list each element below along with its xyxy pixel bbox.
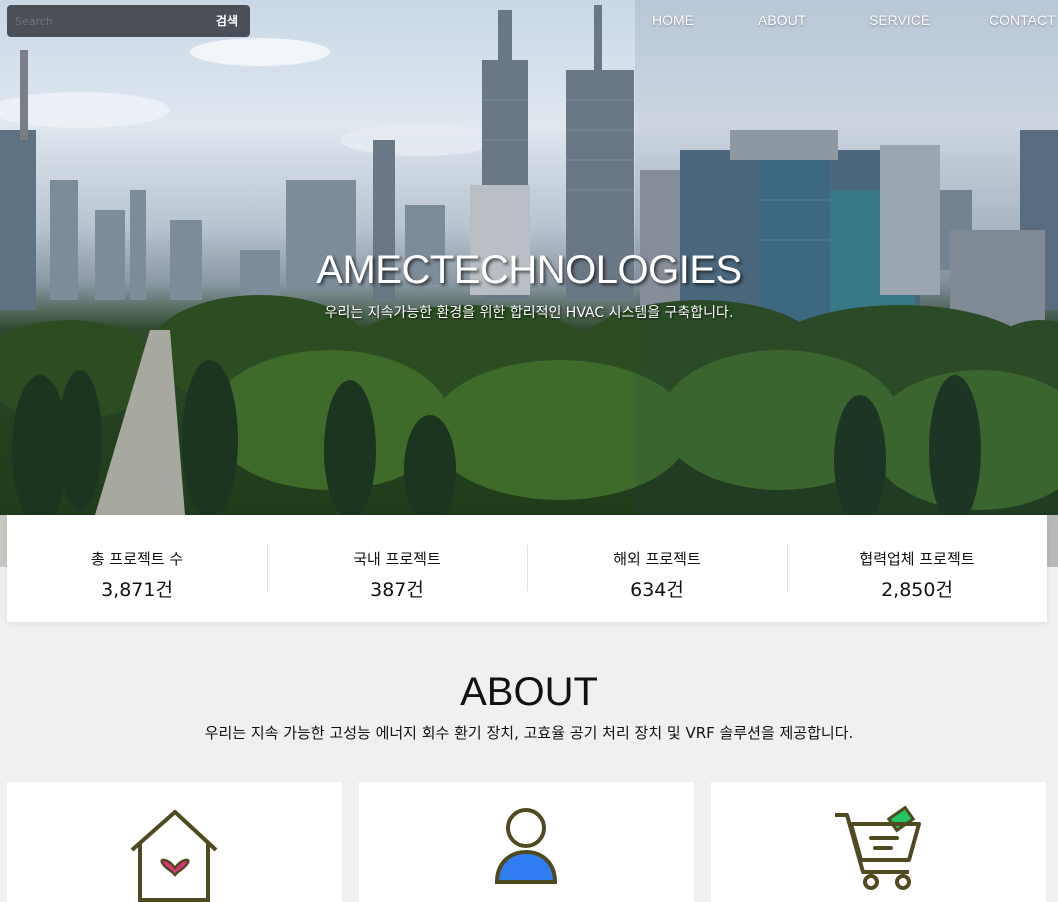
stat-label: 협력업체 프로젝트 [859,550,975,568]
stat-label: 해외 프로젝트 [613,550,701,568]
user-icon [494,808,558,884]
about-card-cart[interactable] [711,782,1046,902]
about-description: 우리는 지속 가능한 고성능 에너지 회수 환기 장치, 고효율 공기 처리 장… [204,724,854,742]
about-card-user[interactable] [359,782,694,902]
shopping-cart-icon [835,805,921,890]
stat-domestic-projects: 국내 프로젝트 387건 [267,515,527,622]
home-heart-icon [130,810,218,902]
nav-home[interactable]: HOME [652,12,694,28]
stat-value: 2,850건 [881,579,953,601]
about-card-home[interactable] [7,782,342,902]
stat-overseas-projects: 해외 프로젝트 634건 [527,515,787,622]
hero-subtitle: 우리는 지속가능한 환경을 위한 합리적인 HVAC 시스템을 구축합니다. [324,305,734,321]
nav-contact[interactable]: CONTACT [989,12,1056,28]
hero-banner: 검색 HOME ABOUT SERVICE CONTACT AMECTECHNO… [0,0,1058,567]
stat-total-projects: 총 프로젝트 수 3,871건 [7,515,267,622]
stat-value: 634건 [630,579,684,601]
stat-value: 3,871건 [101,579,173,601]
main-nav: HOME ABOUT SERVICE CONTACT [0,12,1058,32]
stat-label: 국내 프로젝트 [353,550,441,568]
stat-value: 387건 [370,579,424,601]
nav-about[interactable]: ABOUT [758,12,806,28]
project-stats-panel: 총 프로젝트 수 3,871건 국내 프로젝트 387건 해외 프로젝트 634… [7,515,1047,622]
about-title: ABOUT [460,670,598,714]
stat-partner-projects: 협력업체 프로젝트 2,850건 [787,515,1047,622]
stat-label: 총 프로젝트 수 [90,550,184,568]
nav-service[interactable]: SERVICE [869,12,930,28]
hero-title: AMECTECHNOLOGIES [316,248,742,292]
